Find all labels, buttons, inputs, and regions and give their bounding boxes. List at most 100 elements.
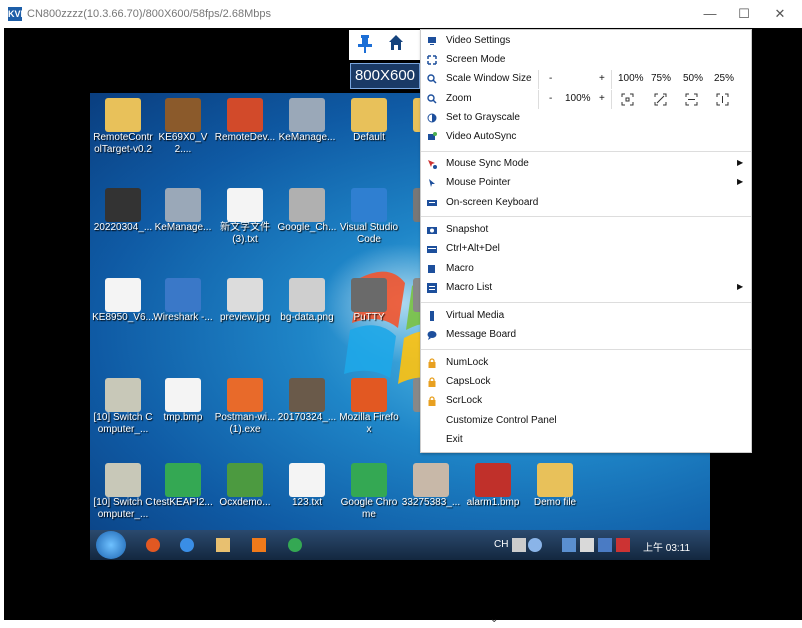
menu-item-scrlock[interactable]: ScrLock: [421, 392, 751, 411]
menu-item-scale-window: Scale Window Size - + 100% 75% 50% 25%: [421, 70, 751, 89]
desktop-icon[interactable]: alarm1.bmp: [462, 463, 524, 509]
keyboard-icon: [427, 200, 437, 206]
zoom-expand-icon[interactable]: [654, 93, 667, 106]
desktop-icon[interactable]: PuTTY: [338, 278, 400, 324]
desktop-icon[interactable]: KeManage...: [276, 98, 338, 144]
desktop-icon-label: KeManage...: [278, 132, 336, 143]
maximize-button[interactable]: ☐: [726, 3, 762, 25]
menu-item-snapshot[interactable]: Snapshot: [421, 221, 751, 240]
zoom-fit-icon[interactable]: [621, 93, 634, 106]
desktop-icon[interactable]: KeManage...: [152, 188, 214, 234]
scale-option-25[interactable]: 25%: [714, 73, 734, 84]
menu-item-autosync[interactable]: Video AutoSync: [421, 128, 751, 147]
macro-icon: [428, 265, 435, 273]
desktop-icon-label: RemoteControlTarget-v0.2: [93, 132, 153, 155]
zoom-minus-button[interactable]: -: [549, 93, 552, 104]
desktop-icon[interactable]: Wireshark -...: [152, 278, 214, 324]
file-icon: [289, 378, 325, 412]
desktop-icon[interactable]: testKEAPI2...: [152, 463, 214, 509]
menu-item-numlock[interactable]: NumLock: [421, 354, 751, 373]
zoom-plus-button[interactable]: +: [599, 93, 605, 104]
resolution-display[interactable]: 800X600: [350, 63, 420, 89]
menu-item-macro-list[interactable]: Macro List ▶: [421, 279, 751, 298]
desktop-icon[interactable]: KE69X0_V2....: [152, 98, 214, 156]
desktop-icon[interactable]: tmp.bmp: [152, 378, 214, 424]
pin-icon[interactable]: [357, 34, 373, 54]
zoom-height-icon[interactable]: [716, 93, 729, 106]
menu-label: Exit: [446, 434, 463, 445]
desktop-icon[interactable]: [10] Switch Computer_...: [92, 378, 154, 436]
volume-tray-icon[interactable]: [580, 538, 594, 552]
minimize-button[interactable]: —: [692, 3, 728, 25]
menu-item-virtual-media[interactable]: Virtual Media: [421, 307, 751, 326]
menu-item-mouse-sync[interactable]: Mouse Sync Mode ▶: [421, 155, 751, 174]
file-icon: [165, 98, 201, 132]
menu-label: Video AutoSync: [446, 131, 517, 142]
chevron-down-icon[interactable]: ⌄: [490, 614, 498, 625]
desktop-icon[interactable]: 20220304_...: [92, 188, 154, 234]
file-icon: [165, 278, 201, 312]
menu-item-exit[interactable]: Exit: [421, 431, 751, 450]
menu-item-video-settings[interactable]: Video Settings: [421, 32, 751, 51]
menu-item-mouse-pointer[interactable]: Mouse Pointer ▶: [421, 174, 751, 193]
menu-item-onscreen-keyboard[interactable]: On-screen Keyboard: [421, 194, 751, 213]
menu-item-capslock[interactable]: CapsLock: [421, 373, 751, 392]
scale-option-100[interactable]: 100%: [618, 73, 644, 84]
help-tray-icon[interactable]: [528, 538, 542, 552]
network-tray-icon[interactable]: [562, 538, 576, 552]
keyboard-tray-icon[interactable]: [512, 538, 526, 552]
home-icon[interactable]: [388, 34, 404, 52]
language-indicator[interactable]: CH: [494, 539, 508, 550]
explorer-taskbar-icon[interactable]: [216, 538, 230, 552]
desktop-icon[interactable]: Default: [338, 98, 400, 144]
desktop-icon[interactable]: 新文字文件 (3).txt: [214, 188, 276, 246]
menu-item-grayscale[interactable]: Set to Grayscale: [421, 109, 751, 128]
divider: [538, 90, 539, 109]
clock[interactable]: 上午 03:11: [643, 539, 690, 554]
file-icon: [289, 463, 325, 497]
desktop-icon[interactable]: RemoteDev...: [214, 98, 276, 144]
desktop-icon[interactable]: RemoteControlTarget-v0.2: [92, 98, 154, 156]
menu-item-ctrl-alt-del[interactable]: Ctrl+Alt+Del: [421, 240, 751, 259]
desktop-icon[interactable]: Demo file: [524, 463, 586, 509]
window-titlebar: KVM CN800zzzz(10.3.66.70)/800X600/58fps/…: [0, 0, 802, 29]
desktop-icon[interactable]: Google_Ch...: [276, 188, 338, 234]
chrome-taskbar-icon[interactable]: [288, 538, 302, 552]
desktop-icon[interactable]: KE8950_V6...: [92, 278, 154, 324]
desktop-icon[interactable]: 123.txt: [276, 463, 338, 509]
file-icon: [537, 463, 573, 497]
desktop-icon-label: Postman-wi... (1).exe: [214, 412, 276, 435]
file-icon: [105, 463, 141, 497]
scale-minus-button[interactable]: -: [549, 73, 552, 84]
file-icon: [105, 278, 141, 312]
desktop-icon[interactable]: bg-data.png: [276, 278, 338, 324]
menu-item-zoom: Zoom - 100% +: [421, 90, 751, 109]
desktop-icon[interactable]: Google Chrome: [338, 463, 400, 521]
scale-option-75[interactable]: 75%: [651, 73, 671, 84]
file-icon: [105, 98, 141, 132]
desktop-icon[interactable]: 33275383_...: [400, 463, 462, 509]
desktop-icon[interactable]: Ocxdemo...: [214, 463, 276, 509]
close-button[interactable]: ✕: [762, 3, 798, 25]
menu-item-screen-mode[interactable]: Screen Mode: [421, 51, 751, 70]
firefox-taskbar-icon[interactable]: [146, 538, 160, 552]
media-player-taskbar-icon[interactable]: [252, 538, 266, 552]
desktop-icon[interactable]: Postman-wi... (1).exe: [214, 378, 276, 436]
menu-item-customize[interactable]: Customize Control Panel: [421, 412, 751, 431]
ie-taskbar-icon[interactable]: [180, 538, 194, 552]
desktop-icon[interactable]: Visual Studio Code: [338, 188, 400, 246]
desktop-icon[interactable]: preview.jpg: [214, 278, 276, 324]
pointer-icon: [429, 179, 435, 187]
security-tray-icon[interactable]: [616, 538, 630, 552]
menu-item-macro[interactable]: Macro: [421, 260, 751, 279]
desktop-icon[interactable]: 20170324_...: [276, 378, 338, 424]
zoom-value: 100%: [565, 93, 591, 104]
scale-plus-button[interactable]: +: [599, 73, 605, 84]
desktop-icon[interactable]: Mozilla Firefox: [338, 378, 400, 436]
menu-item-message-board[interactable]: Message Board: [421, 326, 751, 345]
flag-tray-icon[interactable]: [598, 538, 612, 552]
zoom-width-icon[interactable]: [685, 93, 698, 106]
desktop-icon[interactable]: [10] Switch Computer_...: [92, 463, 154, 521]
start-button[interactable]: [96, 531, 126, 559]
scale-option-50[interactable]: 50%: [683, 73, 703, 84]
